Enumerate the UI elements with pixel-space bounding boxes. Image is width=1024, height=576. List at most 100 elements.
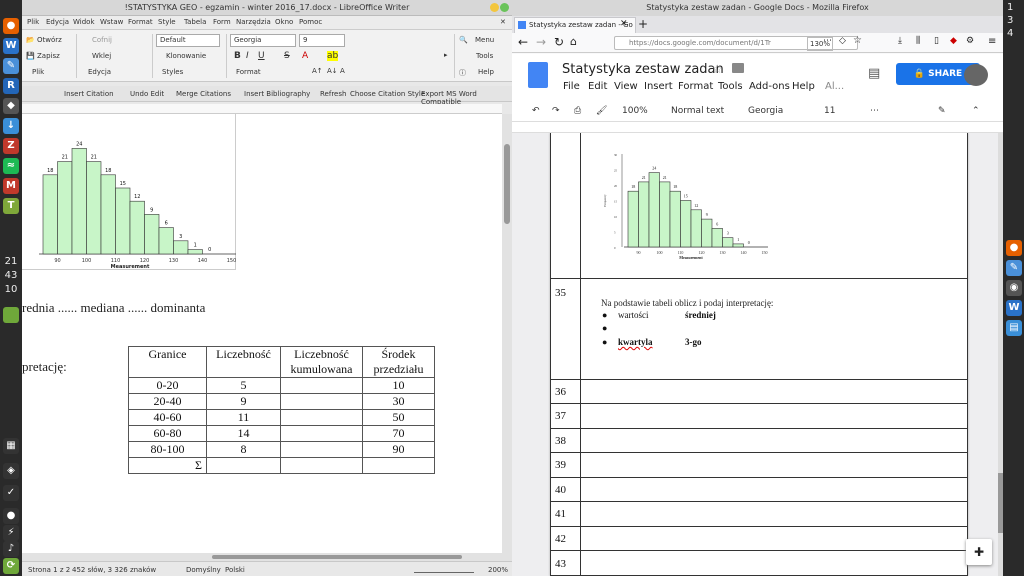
document-area[interactable]: 18 21 24 21 18 15 12 9 6 3 1 0 90 100 110 120 130 140 150 M… — [22, 114, 502, 561]
grid-icon[interactable]: ▦ — [3, 438, 19, 454]
user-icon[interactable]: ● — [3, 508, 19, 524]
format-button[interactable]: Format — [236, 68, 261, 76]
zoom-select[interactable]: 100% — [622, 106, 648, 116]
more-icon[interactable]: ⋯ — [870, 106, 879, 116]
clear-format-icon[interactable]: A — [340, 67, 345, 75]
choose-citation-style-button[interactable]: Choose Citation Style — [350, 90, 425, 98]
camera-icon[interactable]: ◉ — [1006, 280, 1022, 296]
network-icon[interactable]: ⚡ — [3, 525, 19, 541]
more-options-icon[interactable]: ▸ — [444, 51, 448, 59]
question-intro[interactable]: Na podstawie tabeli oblicz i podaj inter… — [601, 298, 773, 308]
r-icon[interactable]: R — [3, 78, 19, 94]
undo-edit-button[interactable]: Undo Edit — [130, 90, 164, 98]
menu-tools[interactable]: Tools — [718, 81, 743, 92]
reload-icon[interactable]: ↻ — [554, 35, 564, 49]
horizontal-scrollbar[interactable] — [22, 553, 502, 561]
folder-icon[interactable] — [732, 63, 744, 73]
update-icon[interactable]: ⟳ — [3, 558, 19, 574]
menu-pomoc[interactable]: Pomoc — [299, 18, 322, 26]
star-icon[interactable]: ☆ — [712, 62, 723, 76]
cloning-button[interactable]: Klonowanie — [166, 52, 206, 60]
menu-format[interactable]: Format — [128, 18, 153, 26]
menu-file[interactable]: File — [563, 81, 580, 92]
open-button[interactable]: Otwórz — [37, 36, 62, 44]
help-icon[interactable]: ⓘ — [459, 68, 466, 78]
bookmark-star-icon[interactable]: ☆ — [853, 35, 862, 46]
menu-wstaw[interactable]: Wstaw — [100, 18, 123, 26]
bullet-text[interactable]: kwartyla — [618, 337, 653, 347]
paste-button[interactable]: Wklej — [92, 52, 111, 60]
style-select[interactable]: Normal text — [671, 106, 724, 116]
maximize-button[interactable] — [500, 3, 509, 12]
menu-form[interactable]: Form — [213, 18, 231, 26]
hamburger-menu-icon[interactable]: ≡ — [988, 36, 996, 47]
tex-icon[interactable]: T — [3, 198, 19, 214]
spotify-icon[interactable]: ≈ — [3, 158, 19, 174]
browser-tab[interactable]: Statystyka zestaw zadan - Go — [514, 17, 636, 33]
writer-icon[interactable]: W — [1006, 300, 1022, 316]
docs-canvas[interactable]: 0 5 10 15 20 25 30 Frequency 18 21 24 21 18 15 12 9 6 3 1 0… — [512, 133, 998, 576]
library-icon[interactable]: ⫼ — [916, 36, 920, 46]
docs-ruler[interactable] — [512, 122, 1003, 133]
downloads-icon[interactable]: ⤓ — [898, 36, 902, 46]
paragraph-style-select[interactable]: Default — [156, 34, 220, 47]
collapse-icon[interactable]: ⌃ — [972, 106, 980, 116]
redo-icon[interactable]: ↷ — [552, 106, 560, 116]
ruler[interactable] — [22, 104, 502, 114]
menu-style[interactable]: Style — [158, 18, 176, 26]
menu-view[interactable]: View — [614, 81, 638, 92]
pen-icon[interactable]: ✎ — [3, 58, 19, 74]
vertical-scrollbar[interactable] — [502, 114, 512, 561]
url-bar[interactable]: https://docs.google.com/document/d/1Tr 13… — [614, 36, 858, 51]
docs-logo-icon[interactable] — [528, 62, 548, 88]
highlight-icon[interactable]: ab — [327, 51, 339, 61]
check-icon[interactable]: ✓ — [3, 485, 19, 501]
insert-bibliography-button[interactable]: Insert Bibliography — [244, 90, 310, 98]
avatar[interactable] — [964, 64, 988, 86]
font-select[interactable]: Georgia — [748, 106, 783, 116]
strikethrough-icon[interactable]: S — [284, 51, 290, 61]
document-title[interactable]: Statystyka zestaw zadan — [562, 62, 724, 77]
save-icon[interactable]: 💾 — [26, 52, 35, 60]
scroll-thumb[interactable] — [212, 555, 462, 559]
menu-button[interactable]: Menu — [475, 36, 494, 44]
shield-icon[interactable]: ◈ — [3, 463, 19, 479]
back-icon[interactable]: ← — [518, 35, 528, 49]
help-button[interactable]: Help — [478, 68, 494, 76]
menu-widok[interactable]: Widok — [73, 18, 95, 26]
bullet-text[interactable]: średniej — [685, 310, 716, 320]
zoom-slider[interactable] — [414, 565, 474, 573]
grow-font-icon[interactable]: A↑ — [312, 67, 323, 75]
document-icon[interactable]: ▤ — [1006, 320, 1022, 336]
pen-icon[interactable]: ✎ — [1006, 260, 1022, 276]
menu-plik[interactable]: Plik — [27, 18, 39, 26]
filezilla-icon[interactable]: Z — [3, 138, 19, 154]
home-icon[interactable]: ⌂ — [570, 35, 577, 48]
merge-citations-button[interactable]: Merge Citations — [176, 90, 231, 98]
bullet-text[interactable]: wartości — [618, 310, 649, 320]
bullet-text[interactable]: 3-go — [685, 337, 702, 347]
mendeley-icon[interactable]: M — [3, 178, 19, 194]
search-icon[interactable]: 🔍 — [459, 36, 468, 44]
insert-citation-button[interactable]: Insert Citation — [64, 90, 114, 98]
writer-icon[interactable]: W — [3, 38, 19, 54]
pocket-icon[interactable]: ◇ — [839, 36, 846, 46]
close-document-icon[interactable]: ✕ — [500, 18, 506, 26]
menu-last-edit[interactable]: Al... — [825, 81, 844, 92]
extension-icon[interactable]: ⚙ — [966, 36, 974, 46]
menu-edit[interactable]: Edit — [588, 81, 607, 92]
volume-icon[interactable]: ♪ — [3, 541, 19, 557]
edit-button[interactable]: Edycja — [88, 68, 111, 76]
download-icon[interactable]: ↓ — [3, 118, 19, 134]
scroll-thumb[interactable] — [504, 144, 510, 224]
undo-button[interactable]: Cofnij — [92, 36, 112, 44]
close-tab-icon[interactable]: ✕ — [620, 19, 628, 29]
firefox-icon[interactable]: ● — [1006, 240, 1022, 256]
menu-edycja[interactable]: Edycja — [46, 18, 69, 26]
menu-format[interactable]: Format — [678, 81, 713, 92]
font-size-select[interactable]: 9 — [299, 34, 345, 47]
page-actions-icon[interactable]: ⋯ — [823, 36, 832, 46]
menu-add-ons[interactable]: Add-ons — [749, 81, 790, 92]
sidebar-icon[interactable]: ▯ — [934, 36, 939, 46]
save-button[interactable]: Zapisz — [37, 52, 60, 60]
